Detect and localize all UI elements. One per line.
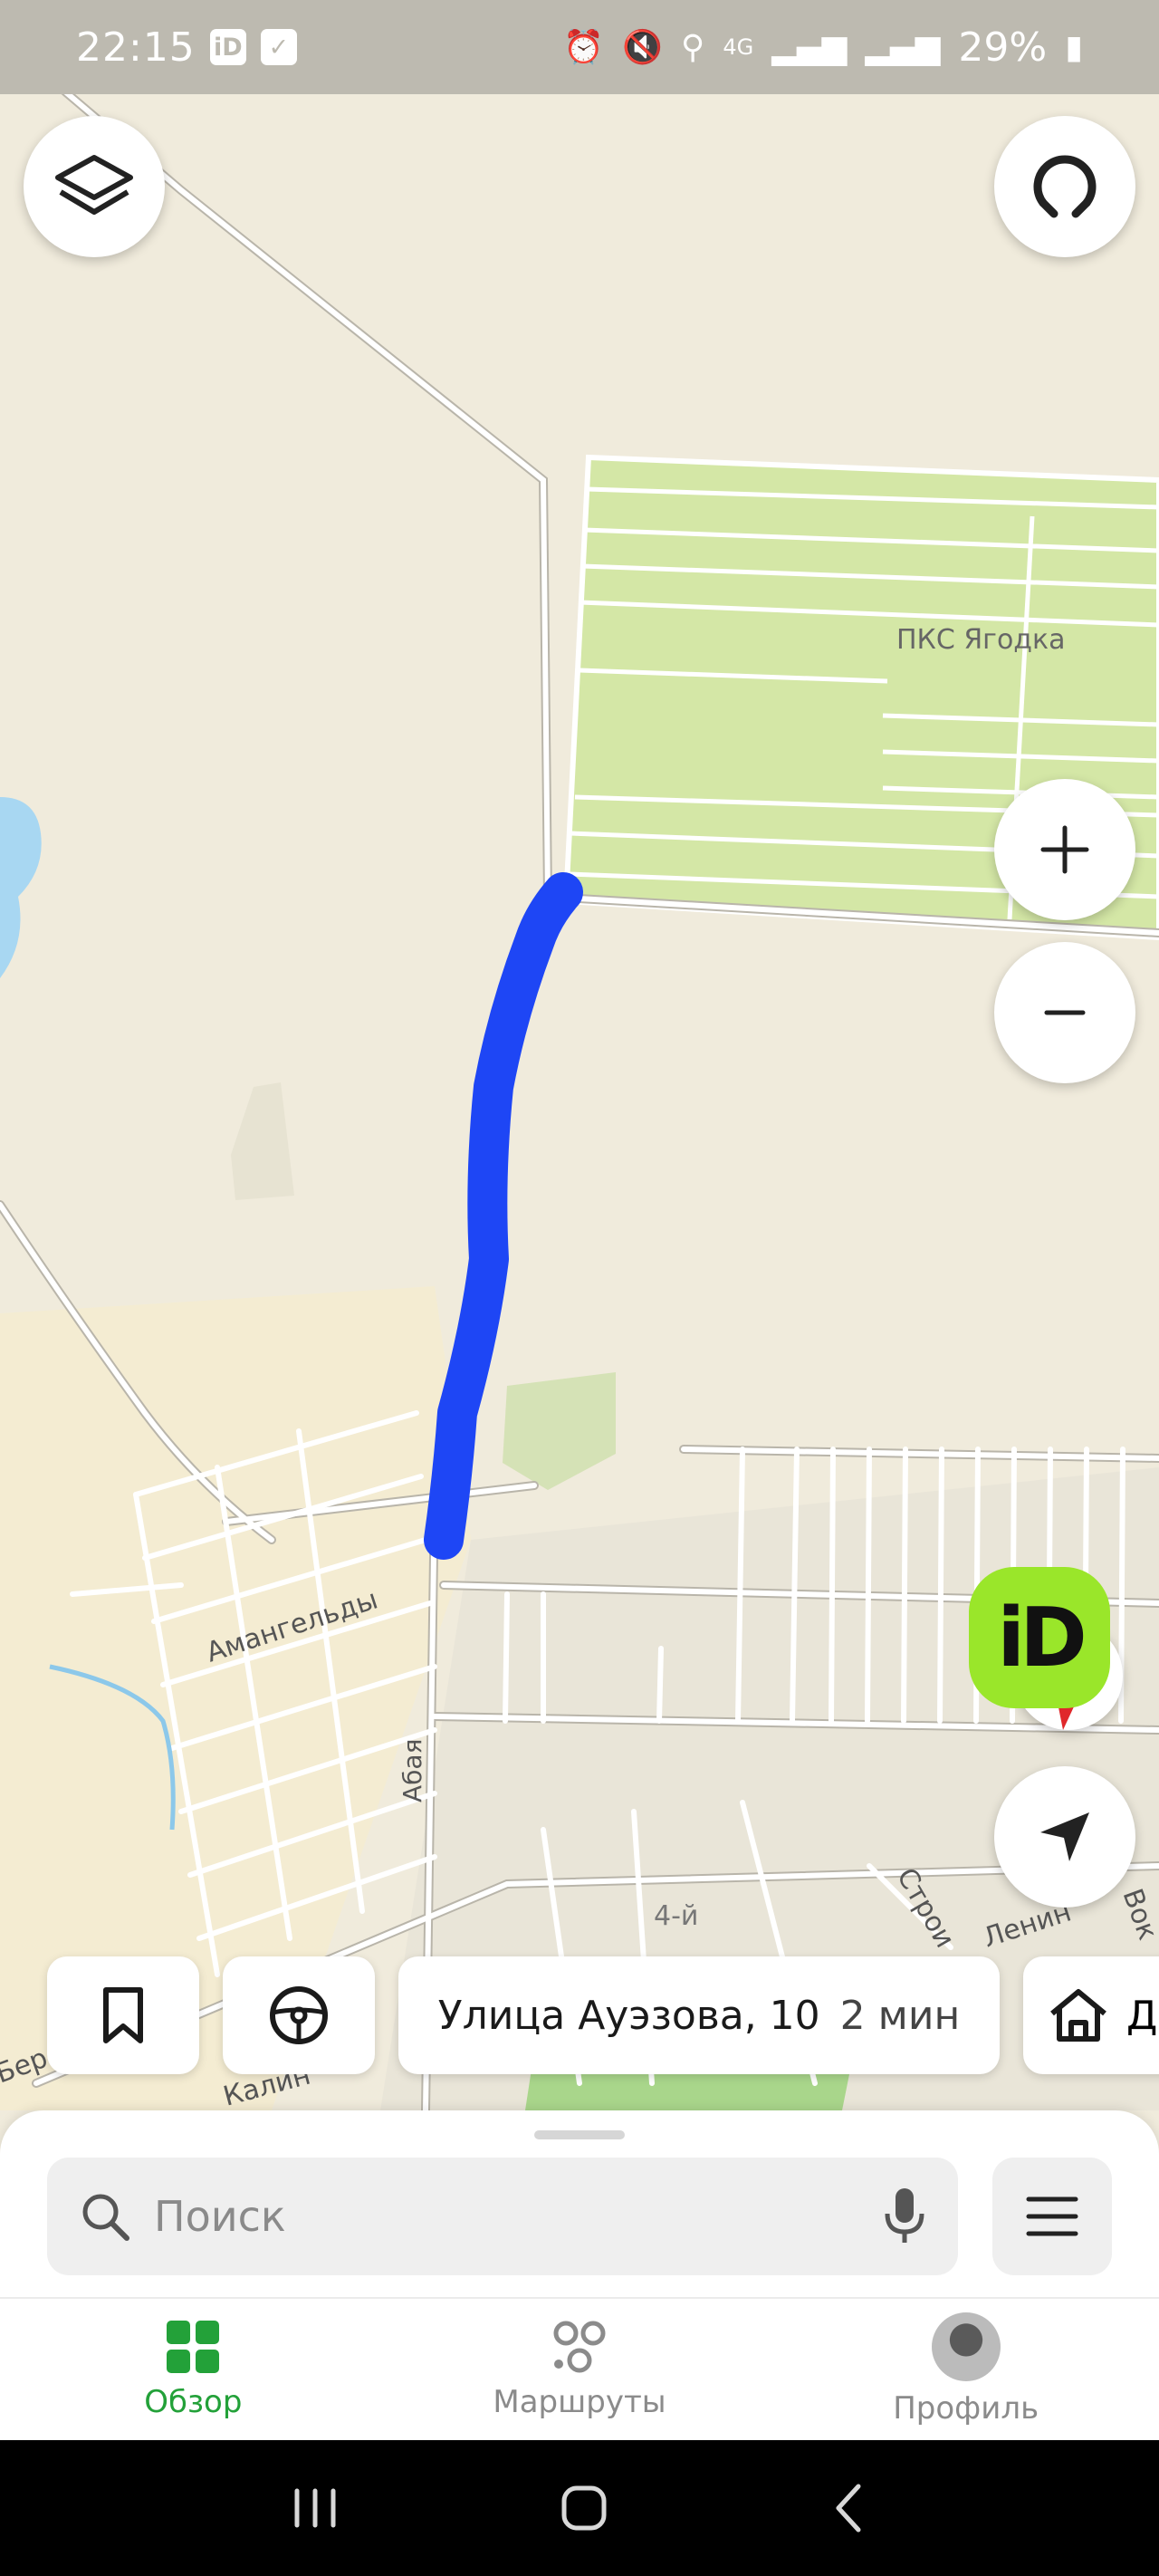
back-icon[interactable]	[826, 2481, 871, 2535]
sheet-handle[interactable]	[534, 2130, 625, 2139]
bottom-sheet[interactable]: Поиск Обзор Маршруты Профиль	[0, 2110, 1159, 2440]
system-navigation-bar	[0, 2440, 1159, 2576]
alarm-icon: ⏰	[563, 29, 605, 66]
zoom-in-button[interactable]	[994, 779, 1135, 920]
search-bar[interactable]: Поиск	[47, 2158, 958, 2275]
indrive-logo-icon[interactable]: iD	[969, 1567, 1110, 1708]
route-destination: Улица Ауэзова, 10	[437, 1992, 820, 2039]
routes-icon	[553, 2321, 606, 2373]
map-label-abaya: Абая	[398, 1739, 427, 1802]
compass-icon	[1033, 155, 1097, 218]
bookmarks-button[interactable]	[47, 1956, 199, 2074]
tab-routes-label: Маршруты	[493, 2384, 666, 2420]
tab-overview[interactable]: Обзор	[0, 2299, 387, 2440]
home-chip[interactable]: Д	[1023, 1956, 1159, 2074]
zoom-out-button[interactable]	[994, 942, 1135, 1083]
green-patch	[503, 1372, 616, 1490]
home-icon	[1050, 1989, 1106, 2042]
map-label-district: 4-й	[654, 1900, 698, 1932]
navigation-arrow-icon	[1040, 1812, 1089, 1861]
mute-icon: 🔇	[622, 29, 664, 66]
grid-icon	[167, 2321, 220, 2373]
plus-icon	[1040, 825, 1089, 874]
home-nav-icon[interactable]	[557, 2481, 611, 2535]
battery-icon: ▮	[1065, 28, 1083, 66]
compass-button[interactable]	[994, 116, 1135, 257]
drive-mode-button[interactable]	[223, 1956, 375, 2074]
recent-apps-icon[interactable]	[288, 2485, 342, 2531]
signal-icon: ▂▄▆	[771, 28, 848, 66]
tab-profile[interactable]: Профиль	[772, 2299, 1159, 2440]
steering-wheel-icon	[270, 1986, 328, 2044]
lake	[0, 797, 42, 978]
menu-button[interactable]	[992, 2158, 1112, 2275]
layers-button[interactable]	[24, 116, 165, 257]
quick-actions-row: Улица Ауэзова, 10 2 мин Д	[47, 1956, 1159, 2074]
checkbox-notification-icon: ✓	[260, 29, 297, 65]
map-canvas[interactable]: ПКС Ягодка Амангельды Абая 4-й Строи Лен…	[0, 0, 1159, 2110]
home-chip-label: Д	[1126, 1992, 1158, 2039]
status-time: 22:15	[76, 24, 196, 71]
avatar	[931, 2312, 1001, 2381]
tab-overview-label: Обзор	[144, 2384, 243, 2420]
my-location-button[interactable]	[994, 1766, 1135, 1908]
bookmark-icon	[103, 1987, 143, 2043]
route-chip[interactable]: Улица Ауэзова, 10 2 мин	[398, 1956, 1000, 2074]
map-label-pks: ПКС Ягодка	[896, 624, 1066, 656]
bottom-tabs: Обзор Маршруты Профиль	[0, 2299, 1159, 2440]
battery-level: 29%	[958, 24, 1048, 71]
search-placeholder: Поиск	[154, 2192, 286, 2241]
minus-icon	[1044, 1010, 1086, 1015]
layers-icon	[55, 155, 133, 215]
hamburger-menu-icon	[1026, 2196, 1078, 2236]
route-eta: 2 мин	[839, 1992, 961, 2039]
tab-routes[interactable]: Маршруты	[387, 2299, 773, 2440]
terrain-patch	[231, 1082, 294, 1200]
tab-profile-label: Профиль	[893, 2390, 1039, 2427]
signal-icon-2: ▂▄▆	[865, 28, 941, 66]
location-icon: ⚲	[681, 28, 705, 66]
search-icon	[82, 2194, 129, 2241]
app-notification-icon: iD	[209, 29, 246, 65]
status-bar: 22:15 iD ✓ ⏰ 🔇 ⚲ 4G ▂▄▆ ▂▄▆ 29% ▮	[0, 0, 1159, 94]
network-type: 4G	[723, 34, 754, 60]
microphone-icon[interactable]	[882, 2185, 927, 2248]
